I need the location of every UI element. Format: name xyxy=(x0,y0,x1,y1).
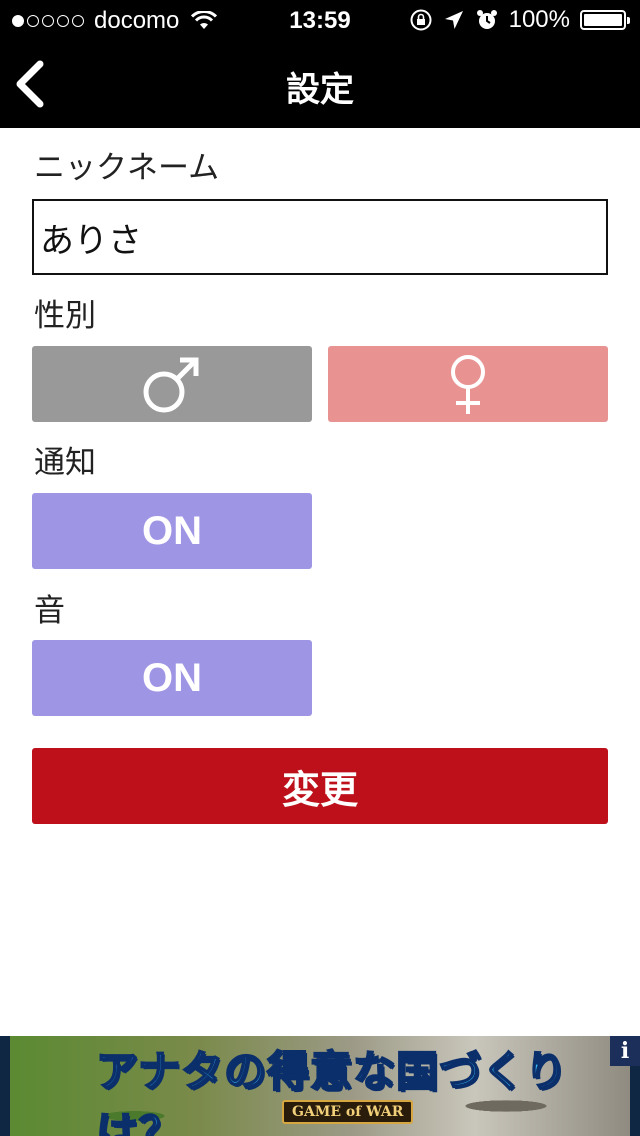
location-arrow-icon xyxy=(444,11,463,29)
status-bar: docomo 13:59 100% xyxy=(0,0,640,40)
nickname-label: ニックネーム xyxy=(34,150,220,186)
submit-change-button[interactable]: 変更 xyxy=(32,748,608,824)
notification-label: 通知 xyxy=(34,445,96,481)
nickname-input[interactable] xyxy=(32,199,608,275)
sound-toggle-button[interactable]: ON xyxy=(32,640,312,716)
battery-icon xyxy=(580,10,630,30)
gender-male-button[interactable] xyxy=(32,346,312,422)
navigation-bar: 設定 xyxy=(0,40,640,128)
battery-percent: 100% xyxy=(508,6,570,33)
ad-banner[interactable]: アナタの得意な国づくりは？ GAME of WAR i xyxy=(0,1036,640,1136)
alarm-icon xyxy=(476,10,497,29)
notification-toggle-button[interactable]: ON xyxy=(32,493,312,569)
gender-label: 性別 xyxy=(34,298,96,334)
gender-female-button[interactable] xyxy=(328,346,608,422)
ad-game-logo: GAME of WAR xyxy=(282,1100,414,1124)
status-right: 100% xyxy=(409,6,630,34)
page-title: 設定 xyxy=(286,70,354,110)
sound-label: 音 xyxy=(34,593,65,629)
ad-info-icon[interactable]: i xyxy=(610,1036,640,1066)
rotation-lock-icon xyxy=(410,9,432,31)
male-symbol-icon xyxy=(143,357,199,413)
female-symbol-icon xyxy=(451,355,485,414)
